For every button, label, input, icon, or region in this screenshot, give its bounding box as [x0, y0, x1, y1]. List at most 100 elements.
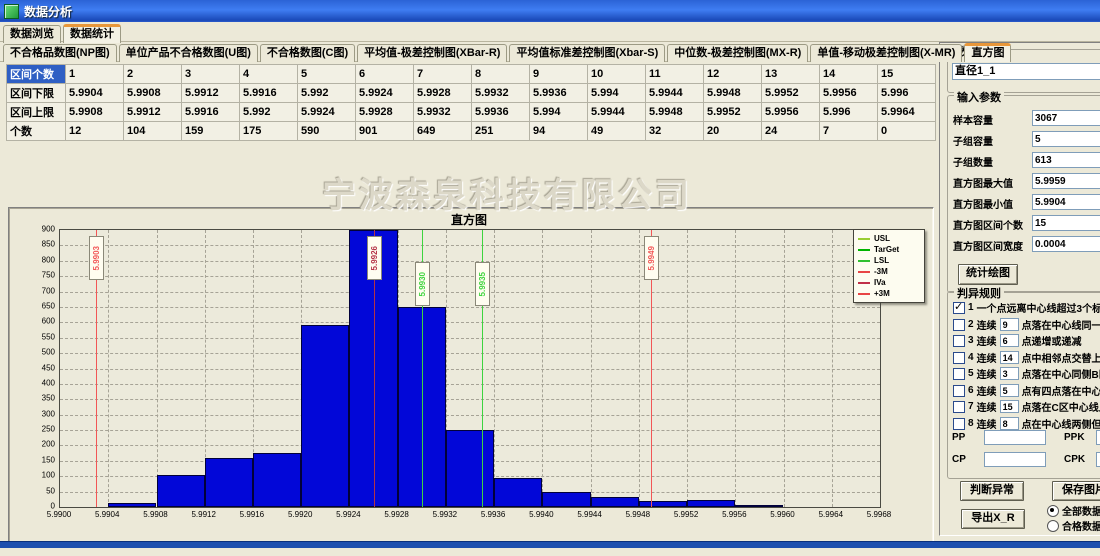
- cell[interactable]: 8: [472, 65, 530, 84]
- cell[interactable]: 5.9964: [878, 103, 936, 122]
- row-header-1[interactable]: 区间下限: [7, 84, 66, 103]
- cell[interactable]: 10: [588, 65, 646, 84]
- chart-tab-3[interactable]: 平均值-极差控制图(XBar-R): [357, 44, 507, 62]
- param-input[interactable]: [1032, 131, 1100, 147]
- cell[interactable]: 5.9936: [530, 84, 588, 103]
- chart-tab-0[interactable]: 不合格品数图(NP图): [3, 44, 117, 62]
- cell[interactable]: 175: [240, 122, 298, 141]
- rule-count-input[interactable]: [1000, 400, 1019, 413]
- cell[interactable]: 9: [530, 65, 588, 84]
- rule-2-checkbox[interactable]: [953, 319, 965, 331]
- cell[interactable]: 0: [878, 122, 936, 141]
- rule-1-checkbox[interactable]: [953, 302, 965, 314]
- cell[interactable]: 159: [182, 122, 240, 141]
- cell[interactable]: 5.9932: [414, 103, 472, 122]
- cell[interactable]: 5.9948: [646, 103, 704, 122]
- cell[interactable]: 5.9916: [240, 84, 298, 103]
- rule-count-input[interactable]: [1000, 384, 1019, 397]
- cell[interactable]: 901: [356, 122, 414, 141]
- rule-count-input[interactable]: [1000, 318, 1019, 331]
- cell[interactable]: 5.9928: [414, 84, 472, 103]
- cell[interactable]: 5.9932: [472, 84, 530, 103]
- param-input[interactable]: [1032, 152, 1100, 168]
- chart-tab-4[interactable]: 平均值标准差控制图(Xbar-S): [509, 44, 665, 62]
- cell[interactable]: 1: [66, 65, 124, 84]
- rule-5-checkbox[interactable]: [953, 368, 965, 380]
- cell[interactable]: 5: [298, 65, 356, 84]
- cell[interactable]: 5.994: [530, 103, 588, 122]
- chart-tab-7[interactable]: 直方图: [964, 43, 1011, 62]
- capability-input-cp[interactable]: [984, 452, 1046, 467]
- cell[interactable]: 5.996: [878, 84, 936, 103]
- cell[interactable]: 24: [762, 122, 820, 141]
- radio-passed-data[interactable]: 合格数据: [1047, 518, 1100, 533]
- cell[interactable]: 104: [124, 122, 182, 141]
- cell[interactable]: 5.992: [240, 103, 298, 122]
- param-input[interactable]: [1032, 110, 1100, 126]
- cell[interactable]: 5.9952: [704, 103, 762, 122]
- save-image-button[interactable]: 保存图片: [1052, 481, 1100, 501]
- export-xr-button[interactable]: 导出X_R: [961, 509, 1025, 529]
- cell[interactable]: 7: [820, 122, 878, 141]
- cell[interactable]: 5.994: [588, 84, 646, 103]
- cell[interactable]: 2: [124, 65, 182, 84]
- cell[interactable]: 590: [298, 122, 356, 141]
- rule-count-input[interactable]: [1000, 351, 1019, 364]
- radio-all-data[interactable]: 全部数据: [1047, 503, 1100, 518]
- rule-count-input[interactable]: [1000, 417, 1019, 430]
- radio-icon[interactable]: [1047, 520, 1059, 532]
- cell[interactable]: 12: [704, 65, 762, 84]
- draw-button[interactable]: 统计绘图: [958, 264, 1018, 285]
- chart-tab-1[interactable]: 单位产品不合格数图(U图): [119, 44, 258, 62]
- cell[interactable]: 32: [646, 122, 704, 141]
- rule-count-input[interactable]: [1000, 367, 1019, 380]
- cell[interactable]: 5.9924: [356, 84, 414, 103]
- cell[interactable]: 5.9944: [646, 84, 704, 103]
- cell[interactable]: 5.9952: [762, 84, 820, 103]
- cell[interactable]: 5.9944: [588, 103, 646, 122]
- radio-icon[interactable]: [1047, 505, 1059, 517]
- param-input[interactable]: [1032, 194, 1100, 210]
- judge-anomaly-button[interactable]: 判断异常: [960, 481, 1024, 501]
- chart-tab-5[interactable]: 中位数-极差控制图(MX-R): [667, 44, 808, 62]
- cell[interactable]: 5.9912: [182, 84, 240, 103]
- cell[interactable]: 4: [240, 65, 298, 84]
- cell[interactable]: 12: [66, 122, 124, 141]
- param-input[interactable]: [1032, 236, 1100, 252]
- dataset-combo[interactable]: 直径1_1: [952, 63, 1100, 80]
- cell[interactable]: 5.9924: [298, 103, 356, 122]
- cell[interactable]: 5.9904: [66, 84, 124, 103]
- cell[interactable]: 49: [588, 122, 646, 141]
- cell[interactable]: 5.9956: [820, 84, 878, 103]
- cell[interactable]: 5.9912: [124, 103, 182, 122]
- cell[interactable]: 94: [530, 122, 588, 141]
- param-input[interactable]: [1032, 173, 1100, 189]
- cell[interactable]: 5.9916: [182, 103, 240, 122]
- rule-6-checkbox[interactable]: [953, 385, 965, 397]
- cell[interactable]: 649: [414, 122, 472, 141]
- rule-count-input[interactable]: [1000, 334, 1019, 347]
- cell[interactable]: 5.9908: [124, 84, 182, 103]
- cell[interactable]: 11: [646, 65, 704, 84]
- capability-input-pp[interactable]: [984, 430, 1046, 445]
- cell[interactable]: 5.9928: [356, 103, 414, 122]
- cell[interactable]: 5.9948: [704, 84, 762, 103]
- cell[interactable]: 15: [878, 65, 936, 84]
- rule-8-checkbox[interactable]: [953, 418, 965, 430]
- main-tab-0[interactable]: 数据浏览: [3, 25, 61, 43]
- cell[interactable]: 5.992: [298, 84, 356, 103]
- cell[interactable]: 20: [704, 122, 762, 141]
- cell[interactable]: 251: [472, 122, 530, 141]
- main-tab-1[interactable]: 数据统计: [63, 24, 121, 43]
- chart-tab-6[interactable]: 单值-移动极差控制图(X-MR): [810, 44, 962, 62]
- cell[interactable]: 13: [762, 65, 820, 84]
- rule-3-checkbox[interactable]: [953, 335, 965, 347]
- row-header-2[interactable]: 区间上限: [7, 103, 66, 122]
- rule-4-checkbox[interactable]: [953, 352, 965, 364]
- cell[interactable]: 5.9908: [66, 103, 124, 122]
- cell[interactable]: 14: [820, 65, 878, 84]
- row-header-3[interactable]: 个数: [7, 122, 66, 141]
- cell[interactable]: 7: [414, 65, 472, 84]
- cell[interactable]: 5.996: [820, 103, 878, 122]
- capability-input-ppk[interactable]: [1096, 430, 1100, 445]
